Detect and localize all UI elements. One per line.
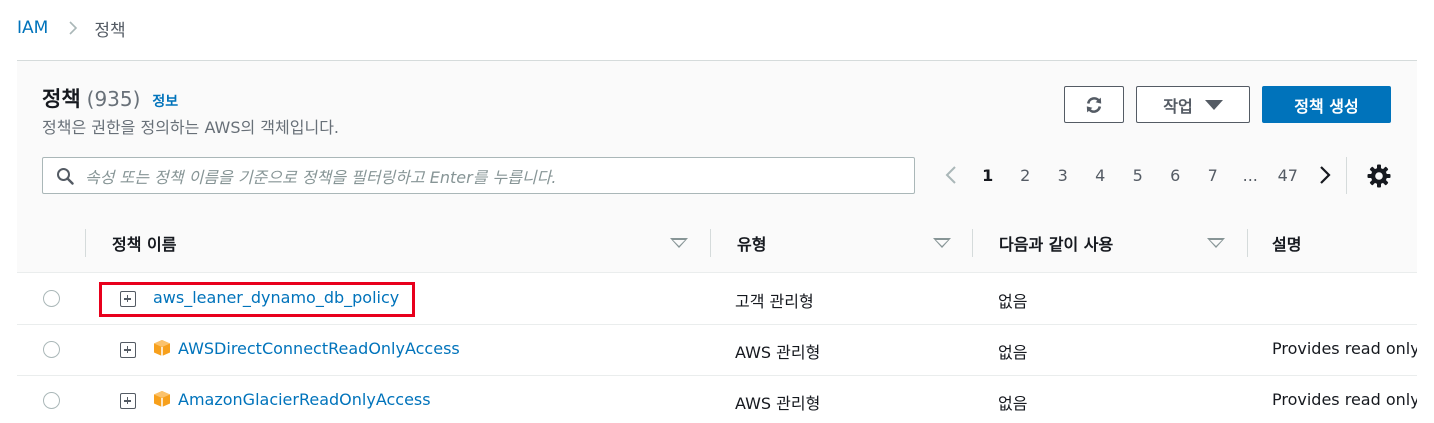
refresh-icon [1086,96,1102,113]
policies-panel: 정책 (935) 정보 정책은 권한을 정의하는 AWS의 객체입니다. 작업 … [17,60,1417,423]
policy-used-as: 없음 [998,343,1028,362]
caret-down-icon [1204,99,1223,110]
policy-description: Provides read only [1272,390,1417,409]
column-header-type[interactable]: 유형 [737,213,766,273]
search-placeholder: 속성 또는 정책 이름을 기준으로 정책을 필터링하고 Enter를 누릅니다. [85,167,557,187]
expand-icon[interactable] [120,342,136,358]
aws-cube-icon [154,340,170,356]
panel-header: 정책 (935) 정보 정책은 권한을 정의하는 AWS의 객체입니다. 작업 … [17,61,1417,273]
row-select-radio[interactable] [43,341,60,358]
actions-dropdown-button[interactable]: 작업 [1136,86,1250,123]
create-policy-button[interactable]: 정책 생성 [1262,86,1391,123]
table-row[interactable]: AmazonGlacierReadOnlyAccess AWS 관리형 없음 P… [17,376,1417,423]
chevron-right-icon [1320,166,1331,184]
sort-icon[interactable] [933,238,951,248]
row-select-radio[interactable] [43,392,60,409]
search-icon [57,167,74,185]
page-1-button[interactable]: 1 [969,166,1007,185]
page-6-button[interactable]: 6 [1157,166,1195,185]
page-title: 정책 [42,87,81,111]
aws-cube-icon [154,391,170,407]
policy-type: AWS 관리형 [735,394,821,413]
sort-icon[interactable] [1207,238,1225,248]
table-row[interactable]: AWSDirectConnectReadOnlyAccess AWS 관리형 없… [17,325,1417,376]
policy-description: Provides read only [1272,339,1417,358]
row-select-radio[interactable] [43,290,60,307]
policy-name-link[interactable]: AmazonGlacierReadOnlyAccess [178,390,431,409]
policy-count: (935) [86,87,141,111]
previous-page-button[interactable] [932,159,969,191]
page-4-button[interactable]: 4 [1082,166,1120,185]
page-ellipsis: ... [1242,165,1258,185]
policy-used-as: 없음 [998,292,1028,311]
search-input[interactable]: 속성 또는 정책 이름을 기준으로 정책을 필터링하고 Enter를 누릅니다. [42,157,915,194]
column-header-used-as[interactable]: 다음과 같이 사용 [999,213,1113,273]
column-divider [85,229,86,257]
policy-type: 고객 관리형 [735,292,814,311]
column-header-policy-name[interactable]: 정책 이름 [112,213,176,273]
column-header-description[interactable]: 설명 [1272,213,1301,273]
breadcrumb: IAM 정책 [17,14,126,42]
breadcrumb-current: 정책 [94,20,126,41]
page-3-button[interactable]: 3 [1044,166,1082,185]
highlight-box [99,282,415,317]
next-page-button[interactable] [1307,159,1344,191]
pagination: 1 2 3 4 5 6 7 ... 47 [932,159,1344,191]
page-description: 정책은 권한을 정의하는 AWS의 객체입니다. [42,118,339,137]
title-row: 정책 (935) 정보 [42,83,178,113]
info-link[interactable]: 정보 [152,91,178,111]
page-47-button[interactable]: 47 [1269,166,1307,185]
page-7-button[interactable]: 7 [1194,166,1232,185]
actions-label: 작업 [1163,96,1193,116]
refresh-button[interactable] [1064,86,1124,123]
sort-icon[interactable] [670,238,688,248]
chevron-right-icon [69,21,78,35]
page-2-button[interactable]: 2 [1007,166,1045,185]
expand-icon[interactable] [120,393,136,409]
gear-icon[interactable] [1366,163,1392,189]
chevron-left-icon [945,166,956,184]
column-divider [1247,229,1248,257]
breadcrumb-iam-link[interactable]: IAM [17,18,48,38]
page-5-button[interactable]: 5 [1119,166,1157,185]
column-divider [972,229,973,257]
table-row[interactable]: aws_leaner_dynamo_db_policy 고객 관리형 없음 [17,274,1417,325]
policy-used-as: 없음 [998,394,1028,413]
policy-type: AWS 관리형 [735,343,821,362]
column-divider [710,229,711,257]
pager-divider [1346,157,1347,194]
policy-name-link[interactable]: AWSDirectConnectReadOnlyAccess [178,339,460,358]
